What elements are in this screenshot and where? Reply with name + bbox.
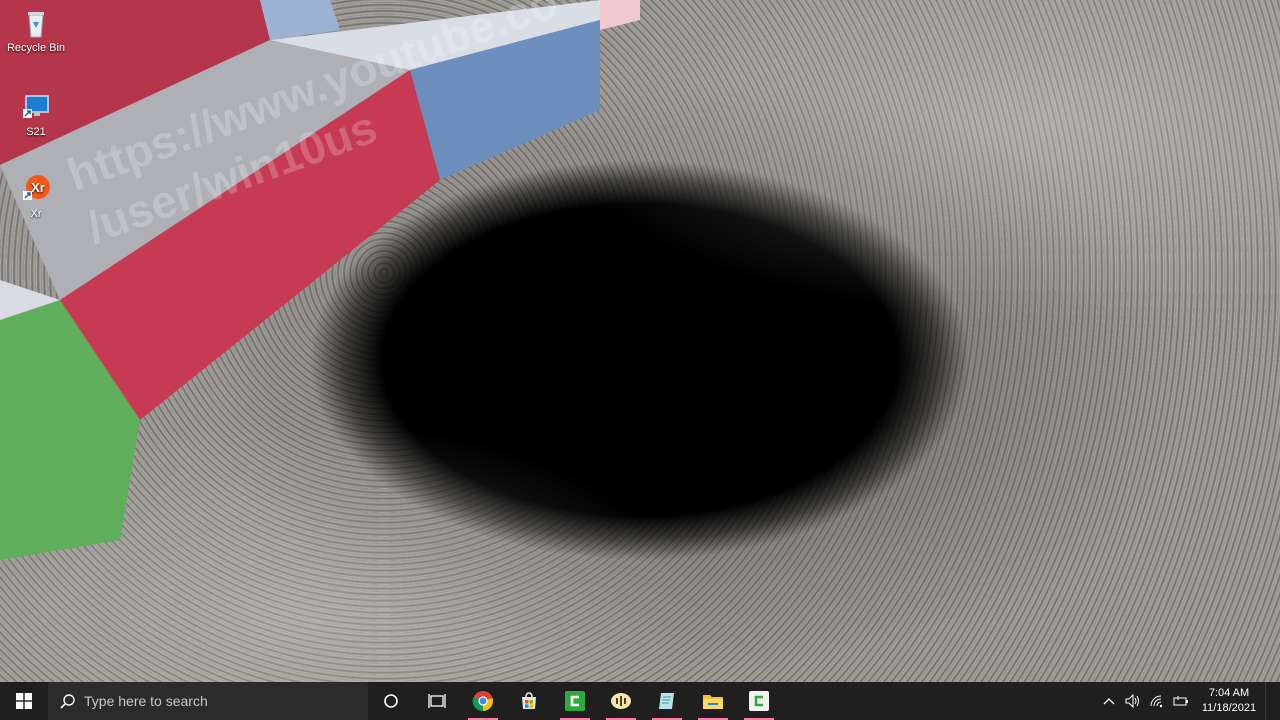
task-view-button[interactable] — [414, 682, 460, 720]
search-icon — [60, 694, 75, 709]
clock-time: 7:04 AM — [1208, 687, 1250, 699]
desktop-icon-recycle-bin[interactable]: Recycle Bin — [0, 8, 72, 54]
task-view-icon — [428, 694, 446, 708]
desktop-icon-label: Recycle Bin — [6, 42, 66, 54]
taskbar-app-file-explorer[interactable] — [690, 682, 736, 720]
desktop-icon-label: Xr — [30, 208, 42, 220]
clock-date: 11/18/2021 — [1201, 702, 1257, 714]
file-explorer-icon — [703, 695, 723, 709]
battery-button[interactable] — [1169, 682, 1193, 720]
windows-logo-icon — [16, 693, 32, 709]
taskbar-app-camtasia-green[interactable] — [552, 682, 598, 720]
desktop-icon-label: S21 — [26, 126, 46, 138]
store-icon — [522, 692, 536, 709]
desktop-icon-xr[interactable]: Xr Xr — [0, 174, 72, 220]
battery-icon — [1173, 696, 1188, 706]
search-placeholder: Type here to search — [84, 693, 208, 709]
taskbar-search-box[interactable]: Type here to search — [48, 682, 368, 720]
taskbar-app-store[interactable] — [506, 682, 552, 720]
xr-app-icon: Xr — [20, 174, 52, 206]
cortana-circle-icon — [384, 694, 398, 708]
show-hidden-icons-button[interactable] — [1097, 682, 1121, 720]
shortcut-monitor-icon — [20, 92, 52, 124]
taskbar: Type here to search 7:04 AM 11/18/2021 — [0, 682, 1280, 720]
wifi-icon — [1150, 695, 1163, 708]
taskbar-app-camtasia-white[interactable] — [736, 682, 782, 720]
desktop-icon-s21[interactable]: S21 — [0, 92, 72, 138]
audio-app-icon — [611, 693, 631, 709]
taskbar-app-notepad[interactable] — [644, 682, 690, 720]
taskbar-clock[interactable]: 7:04 AM 11/18/2021 — [1193, 686, 1265, 716]
cortana-button[interactable] — [368, 682, 414, 720]
chrome-icon — [472, 691, 493, 712]
camtasia-green-icon — [565, 691, 585, 711]
system-tray: 7:04 AM 11/18/2021 — [1097, 682, 1280, 720]
start-button[interactable] — [0, 682, 48, 720]
speaker-icon — [1125, 694, 1139, 708]
chevron-up-icon — [1103, 698, 1115, 705]
camtasia-white-icon — [749, 691, 769, 711]
volume-button[interactable] — [1121, 682, 1145, 720]
network-button[interactable] — [1145, 682, 1169, 720]
notepad-app-icon — [659, 693, 674, 709]
svg-text:Xr: Xr — [31, 180, 45, 195]
taskbar-app-audio[interactable] — [598, 682, 644, 720]
show-desktop-button[interactable] — [1265, 682, 1280, 720]
recycle-bin-icon — [20, 8, 52, 40]
desktop-wallpaper: https://www.youtube.co /user/win10us Rec… — [0, 0, 1280, 682]
taskbar-app-chrome[interactable] — [460, 682, 506, 720]
